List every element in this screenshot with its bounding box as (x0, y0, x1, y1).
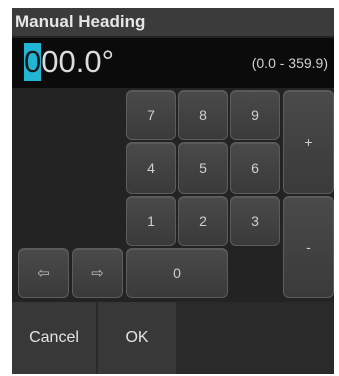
heading-value-text: 00.0° (41, 44, 114, 79)
minus-button[interactable]: - (283, 196, 334, 298)
key-9[interactable]: 9 (230, 90, 280, 140)
right-arrow-button[interactable]: ⇨ (72, 248, 123, 298)
key-5[interactable]: 5 (178, 142, 228, 194)
manual-heading-dialog: Manual Heading 000.0° (0.0 - 359.9) 7 8 … (12, 8, 334, 374)
heading-value: 000.0° (24, 43, 114, 81)
dialog-title: Manual Heading (12, 8, 334, 36)
cancel-button[interactable]: Cancel (12, 302, 96, 374)
input-cursor: 0 (24, 43, 42, 81)
key-7[interactable]: 7 (126, 90, 176, 140)
range-label: (0.0 - 359.9) (251, 55, 328, 71)
key-6[interactable]: 6 (230, 142, 280, 194)
key-4[interactable]: 4 (126, 142, 176, 194)
left-arrow-button[interactable]: ⇦ (18, 248, 69, 298)
key-2[interactable]: 2 (178, 196, 228, 246)
action-bar: Cancel OK (12, 302, 334, 374)
right-arrow-icon: ⇨ (91, 265, 104, 282)
plus-button[interactable]: + (283, 90, 334, 194)
key-8[interactable]: 8 (178, 90, 228, 140)
key-1[interactable]: 1 (126, 196, 176, 246)
heading-display[interactable]: 000.0° (0.0 - 359.9) (12, 38, 334, 88)
key-0[interactable]: 0 (126, 248, 228, 298)
left-arrow-icon: ⇦ (37, 265, 50, 282)
ok-button[interactable]: OK (98, 302, 176, 374)
key-3[interactable]: 3 (230, 196, 280, 246)
